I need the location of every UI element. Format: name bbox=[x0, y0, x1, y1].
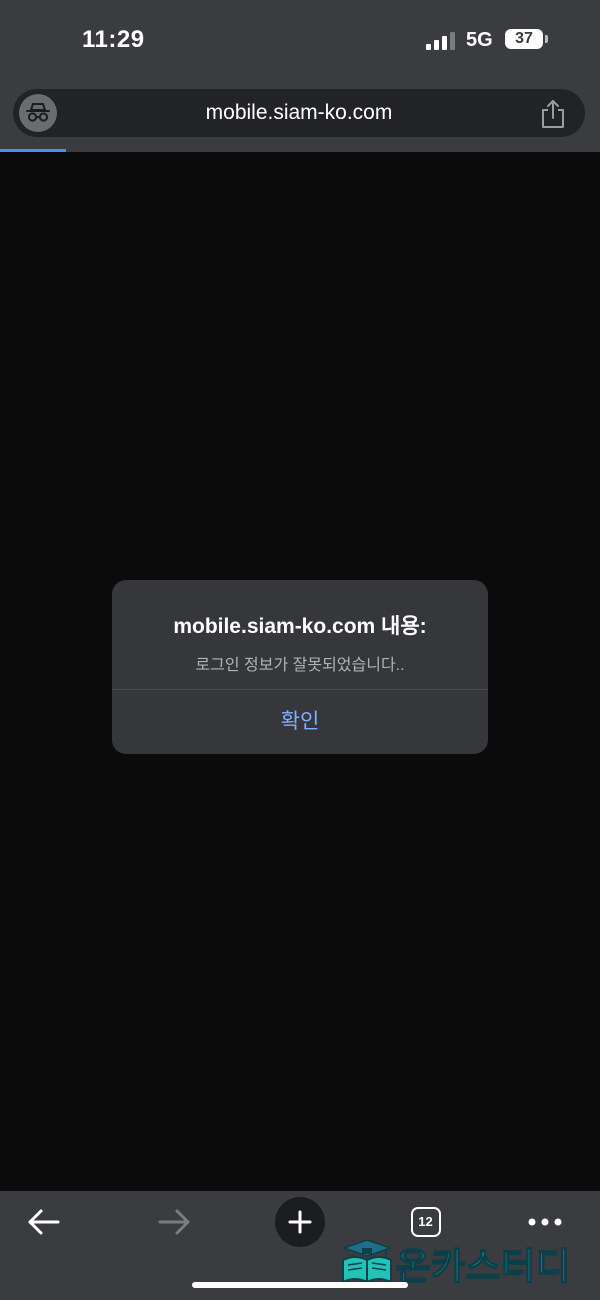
share-icon[interactable] bbox=[539, 99, 567, 129]
more-icon[interactable] bbox=[528, 1217, 562, 1227]
incognito-icon[interactable] bbox=[19, 94, 57, 132]
battery-tip bbox=[545, 35, 548, 43]
tab-count: 12 bbox=[418, 1214, 433, 1229]
browser-screen: 11:29 5G 37 mobile.siam-ko.com mobile.si… bbox=[0, 0, 600, 1300]
address-bar-area: mobile.siam-ko.com bbox=[0, 82, 600, 150]
network-type: 5G bbox=[466, 29, 493, 51]
dialog-title: mobile.siam-ko.com 내용: bbox=[173, 615, 427, 638]
dialog-message: 로그인 정보가 잘못되었습니다.. bbox=[195, 657, 405, 674]
battery-icon: 37 bbox=[505, 29, 543, 49]
loading-progress-bar bbox=[0, 149, 600, 152]
plus-icon bbox=[288, 1210, 312, 1234]
home-indicator bbox=[192, 1282, 408, 1288]
battery-level: 37 bbox=[515, 30, 533, 47]
loading-progress-fill bbox=[0, 149, 66, 152]
status-time: 11:29 bbox=[82, 26, 145, 53]
url-text[interactable]: mobile.siam-ko.com bbox=[73, 89, 525, 137]
back-arrow-icon[interactable] bbox=[26, 1207, 62, 1237]
new-tab-button[interactable] bbox=[275, 1197, 325, 1247]
address-bar[interactable]: mobile.siam-ko.com bbox=[13, 89, 585, 137]
dialog-ok-button[interactable]: 확인 bbox=[112, 690, 488, 754]
status-bar: 11:29 5G 37 bbox=[0, 0, 600, 82]
book-logo-icon bbox=[341, 1239, 393, 1284]
signal-bars-icon bbox=[426, 32, 455, 50]
forward-arrow-icon[interactable] bbox=[156, 1207, 192, 1237]
watermark: 온카스터디 bbox=[340, 1236, 596, 1289]
alert-dialog: mobile.siam-ko.com 내용: 로그인 정보가 잘못되었습니다..… bbox=[112, 580, 488, 754]
watermark-text: 온카스터디 bbox=[395, 1244, 572, 1289]
tab-switcher-button[interactable]: 12 bbox=[411, 1207, 441, 1237]
